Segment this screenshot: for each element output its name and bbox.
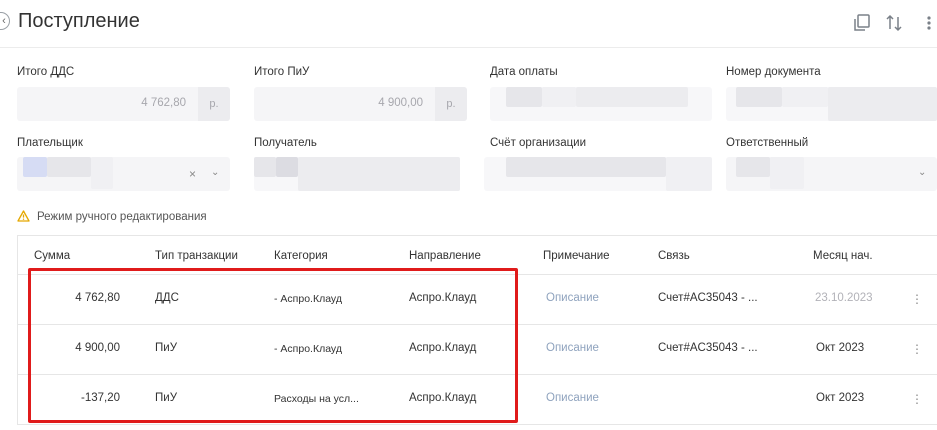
total-piu-value: 4 900,00	[378, 97, 423, 109]
responsible-label: Ответственный	[726, 137, 809, 149]
total-dds-value: 4 762,80	[141, 97, 186, 109]
type-cell: ДДС	[155, 292, 179, 304]
payer-field[interactable]: × ⌄	[17, 157, 230, 191]
link-cell[interactable]: Счет#AC35043 - ...	[658, 342, 758, 354]
org-account-field[interactable]	[484, 157, 712, 191]
recipient-label: Получатель	[254, 137, 317, 149]
document-number-label: Номер документа	[726, 66, 821, 78]
note-cell[interactable]: Описание	[546, 342, 599, 354]
org-account-label: Счёт организации	[490, 137, 587, 149]
direction-cell[interactable]: Аспро.Клауд	[409, 292, 476, 304]
payment-date-field[interactable]	[490, 87, 712, 121]
category-cell[interactable]: - Аспро.Клауд	[274, 343, 342, 355]
row-more-icon[interactable]: ⋮	[911, 391, 923, 407]
total-piu-unit: р.	[435, 87, 467, 121]
note-cell[interactable]: Описание	[546, 392, 599, 404]
copy-icon[interactable]	[851, 12, 873, 34]
column-header[interactable]: Направление	[409, 250, 481, 262]
month-cell[interactable]: 23.10.2023	[815, 292, 873, 304]
category-cell[interactable]: Расходы на усл...	[274, 393, 359, 405]
amount-cell: -137,20	[80, 392, 120, 404]
total-piu-label: Итого ПиУ	[254, 66, 310, 78]
table-row[interactable]: 4 900,00 ПиУ - Аспро.Клауд Аспро.Клауд О…	[18, 324, 937, 374]
row-more-icon[interactable]: ⋮	[911, 341, 923, 357]
responsible-field[interactable]: ⌄	[726, 157, 937, 191]
warning-text: Режим ручного редактирования	[37, 211, 207, 223]
sort-arrows-icon[interactable]	[883, 12, 905, 34]
total-dds-label: Итого ДДС	[17, 66, 75, 78]
month-cell[interactable]: Окт 2023	[816, 392, 864, 404]
chevron-down-icon[interactable]: ⌄	[211, 167, 219, 178]
table-row[interactable]: 4 762,80 ДДС - Аспро.Клауд Аспро.Клауд О…	[18, 274, 937, 324]
amount-cell: 4 900,00	[75, 342, 120, 354]
direction-cell[interactable]: Аспро.Клауд	[409, 342, 476, 354]
total-dds-unit: р.	[198, 87, 230, 121]
chevron-left-icon[interactable]: ‹	[0, 12, 10, 30]
column-header[interactable]: Тип транзакции	[155, 250, 238, 262]
more-vertical-icon[interactable]	[918, 12, 931, 34]
amount-cell: 4 762,80	[75, 292, 120, 304]
type-cell: ПиУ	[155, 342, 177, 354]
column-header[interactable]: Примечание	[543, 250, 610, 262]
payment-date-label: Дата оплаты	[490, 66, 558, 78]
page-title: Поступление	[18, 10, 140, 32]
chevron-down-icon[interactable]: ⌄	[918, 167, 926, 178]
clear-x-icon[interactable]: ×	[189, 167, 196, 181]
table-row[interactable]: -137,20 ПиУ Расходы на усл... Аспро.Клау…	[18, 374, 937, 424]
category-cell[interactable]: - Аспро.Клауд	[274, 293, 342, 305]
month-cell[interactable]: Окт 2023	[816, 342, 864, 354]
note-cell[interactable]: Описание	[546, 292, 599, 304]
document-number-field[interactable]	[726, 87, 937, 121]
row-more-icon[interactable]: ⋮	[911, 291, 923, 307]
column-header[interactable]: Связь	[658, 250, 690, 262]
transactions-table: Сумма Тип транзакции Категория Направлен…	[17, 235, 937, 425]
total-piu-field: 4 900,00 р.	[254, 87, 467, 121]
page-header: ‹ Поступление	[0, 0, 937, 48]
column-header[interactable]: Сумма	[34, 250, 70, 262]
total-dds-field: 4 762,80 р.	[17, 87, 230, 121]
direction-cell[interactable]: Аспро.Клауд	[409, 392, 476, 404]
warning-triangle-icon	[17, 210, 30, 222]
payer-label: Плательщик	[17, 137, 83, 149]
column-header[interactable]: Месяц нач.	[813, 250, 873, 262]
type-cell: ПиУ	[155, 392, 177, 404]
column-header[interactable]: Категория	[274, 250, 328, 262]
link-cell[interactable]: Счет#AC35043 - ...	[658, 292, 758, 304]
recipient-field[interactable]	[254, 157, 460, 191]
